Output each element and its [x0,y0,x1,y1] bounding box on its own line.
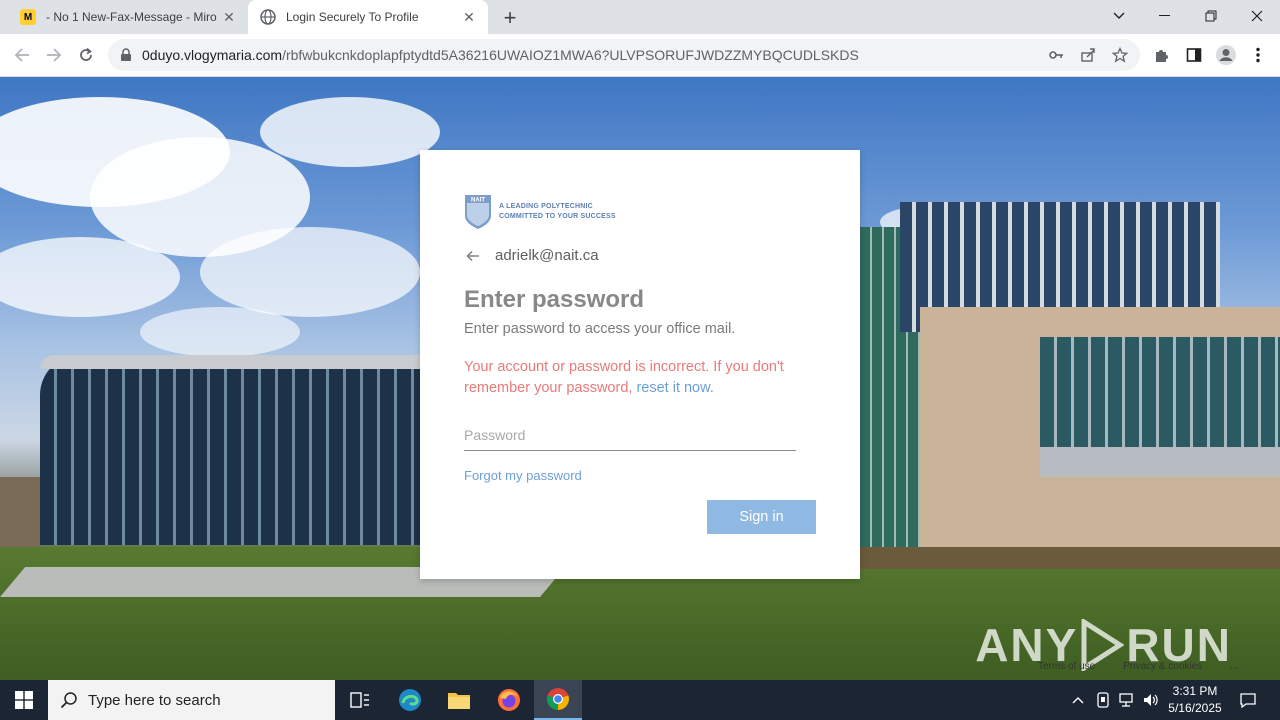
building-windows [1040,337,1280,447]
notification-icon[interactable] [1234,680,1262,720]
reload-icon[interactable] [74,43,98,67]
nait-shield-logo: NAIT [465,195,491,229]
nait-logo: NAIT A LEADING POLYTECHNIC COMMITTED TO … [464,194,616,230]
url-path: /rbfwbukcnkdoplapfptydtd5A36216UWAIOZ1MW… [282,47,859,63]
cloud [200,227,420,317]
file-explorer-icon[interactable] [435,680,483,720]
glass-building-left [40,355,430,545]
password-input[interactable] [464,420,796,451]
back-arrow-icon[interactable] [10,43,34,67]
page-title: Enter password [464,286,645,313]
volume-icon[interactable] [1140,680,1162,720]
error-text: Your account or password is incorrect. I… [464,359,784,396]
subtitle: Enter password to access your office mai… [464,321,736,337]
error-message: Your account or password is incorrect. I… [464,357,814,399]
page-background: NAIT A LEADING POLYTECHNIC COMMITTED TO … [0,77,1280,680]
logo-line-1: A LEADING POLYTECHNIC [499,203,593,210]
firefox-icon[interactable] [485,680,533,720]
minimize-icon[interactable] [1142,0,1188,32]
logo-line-2: COMMITTED TO YOUR SUCCESS [499,213,616,220]
tab-strip: M - No 1 New-Fax-Message - Miro ✕ Login … [0,0,1280,34]
tab-search-chevron-icon[interactable] [1096,0,1142,32]
forward-arrow-icon[interactable] [42,43,66,67]
close-icon[interactable]: ✕ [458,9,480,26]
flowerbed [860,547,1280,569]
cloud [140,307,300,357]
restore-icon[interactable] [1188,0,1234,32]
edge-icon[interactable] [386,680,434,720]
url-host: 0duyo.vlogymaria.com [142,47,283,63]
menu-kebab-icon[interactable] [1246,43,1270,67]
windows-start-icon[interactable] [0,680,48,720]
browser-toolbar: 0duyo.vlogymaria.com/rbfwbukcnkdoplapfpt… [0,34,1280,77]
search-icon [60,691,80,709]
building-band [1040,447,1280,477]
globe-icon [260,9,276,25]
logo-tagline: A LEADING POLYTECHNIC COMMITTED TO YOUR … [499,202,616,222]
building-small [0,477,40,547]
extensions-puzzle-icon[interactable] [1150,43,1174,67]
clock-time: 3:31 PM [1172,684,1218,698]
privacy-link[interactable]: Privacy & cookies [1123,661,1202,672]
url-text: 0duyo.vlogymaria.com/rbfwbukcnkdoplapfpt… [142,47,859,63]
tab-login[interactable]: Login Securely To Profile ✕ [248,0,488,34]
forgot-password-link[interactable]: Forgot my password [464,468,582,483]
system-clock[interactable]: 3:31 PM 5/16/2025 [1162,683,1228,717]
account-email: adrielk@nait.ca [495,247,599,264]
lock-icon[interactable] [120,48,132,62]
sign-in-button[interactable]: Sign in [707,500,816,534]
building-roof [40,355,430,369]
network-icon[interactable] [1116,680,1138,720]
address-bar[interactable]: 0duyo.vlogymaria.com/rbfwbukcnkdoplapfpt… [108,39,1140,71]
new-tab-button[interactable]: + [498,5,522,31]
tab-miro[interactable]: M - No 1 New-Fax-Message - Miro ✕ [8,0,248,34]
cloud [260,97,440,167]
taskbar: Type here to search 3:31 PM 5/16/2025 [0,680,1280,720]
cloud [0,237,180,317]
profile-avatar-icon[interactable] [1214,43,1238,67]
search-placeholder: Type here to search [88,691,221,709]
reset-password-link[interactable]: reset it now. [636,380,713,396]
more-link[interactable]: ... [1230,661,1238,672]
logo-badge: NAIT [471,198,485,204]
identity-row: adrielk@nait.ca [466,247,599,264]
terms-link[interactable]: Terms of use [1038,661,1095,672]
tab-title: Login Securely To Profile [286,10,419,24]
login-card: NAIT A LEADING POLYTECHNIC COMMITTED TO … [420,150,860,579]
share-icon[interactable] [1078,45,1098,65]
key-icon[interactable] [1046,45,1066,65]
bookmark-star-icon[interactable] [1110,45,1130,65]
back-arrow-icon[interactable] [466,250,486,262]
close-icon[interactable]: ✕ [218,9,240,26]
tab-title: - No 1 New-Fax-Message - Miro [46,10,217,24]
clock-date: 5/16/2025 [1168,701,1222,715]
page-footer: Terms of use Privacy & cookies ... [1038,661,1239,672]
tray-chevron-icon[interactable] [1068,680,1088,720]
task-view-icon[interactable] [336,680,384,720]
taskbar-search[interactable]: Type here to search [48,680,335,720]
device-icon[interactable] [1092,680,1114,720]
close-window-icon[interactable] [1234,0,1280,32]
miro-icon: M [20,9,36,25]
side-panel-icon[interactable] [1182,43,1206,67]
chrome-icon[interactable] [534,680,582,720]
